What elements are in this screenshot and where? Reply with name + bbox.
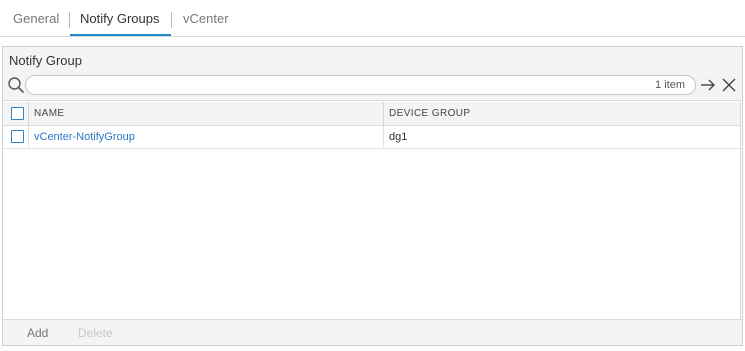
tab-notify-groups[interactable]: Notify Groups (80, 11, 159, 27)
search-icon (8, 77, 24, 93)
tab-general[interactable]: General (13, 11, 59, 27)
column-divider (28, 126, 29, 149)
arrow-right-icon[interactable] (699, 76, 717, 94)
panel-header: Notify Group 1 item (3, 47, 742, 101)
tab-bar: General Notify Groups vCenter (0, 0, 745, 37)
panel-title: Notify Group (9, 53, 82, 68)
add-button[interactable]: Add (27, 326, 48, 340)
active-tab-indicator (70, 34, 171, 36)
panel-footer: Add Delete (3, 319, 742, 345)
search-input[interactable]: 1 item (25, 75, 696, 95)
column-header-name[interactable]: NAME (34, 108, 65, 120)
column-divider (383, 102, 384, 126)
notify-group-panel: Notify Group 1 item NAME DEVICE GROUP vC… (2, 46, 743, 346)
tab-vcenter[interactable]: vCenter (183, 11, 229, 27)
delete-button[interactable]: Delete (78, 326, 113, 340)
notify-group-name-link[interactable]: vCenter-NotifyGroup (34, 131, 135, 144)
table-row[interactable]: vCenter-NotifyGroup dg1 (3, 126, 740, 149)
device-group-cell: dg1 (389, 131, 408, 143)
close-icon[interactable] (720, 76, 738, 94)
item-count: 1 item (655, 79, 685, 91)
tab-divider (171, 12, 172, 28)
column-divider (383, 126, 384, 149)
column-header-device-group[interactable]: DEVICE GROUP (389, 108, 470, 120)
table-header: NAME DEVICE GROUP (3, 102, 740, 126)
tab-divider (69, 12, 70, 28)
row-checkbox[interactable] (11, 130, 24, 143)
column-divider (28, 102, 29, 126)
select-all-checkbox[interactable] (11, 107, 24, 120)
table-right-border (740, 102, 741, 319)
